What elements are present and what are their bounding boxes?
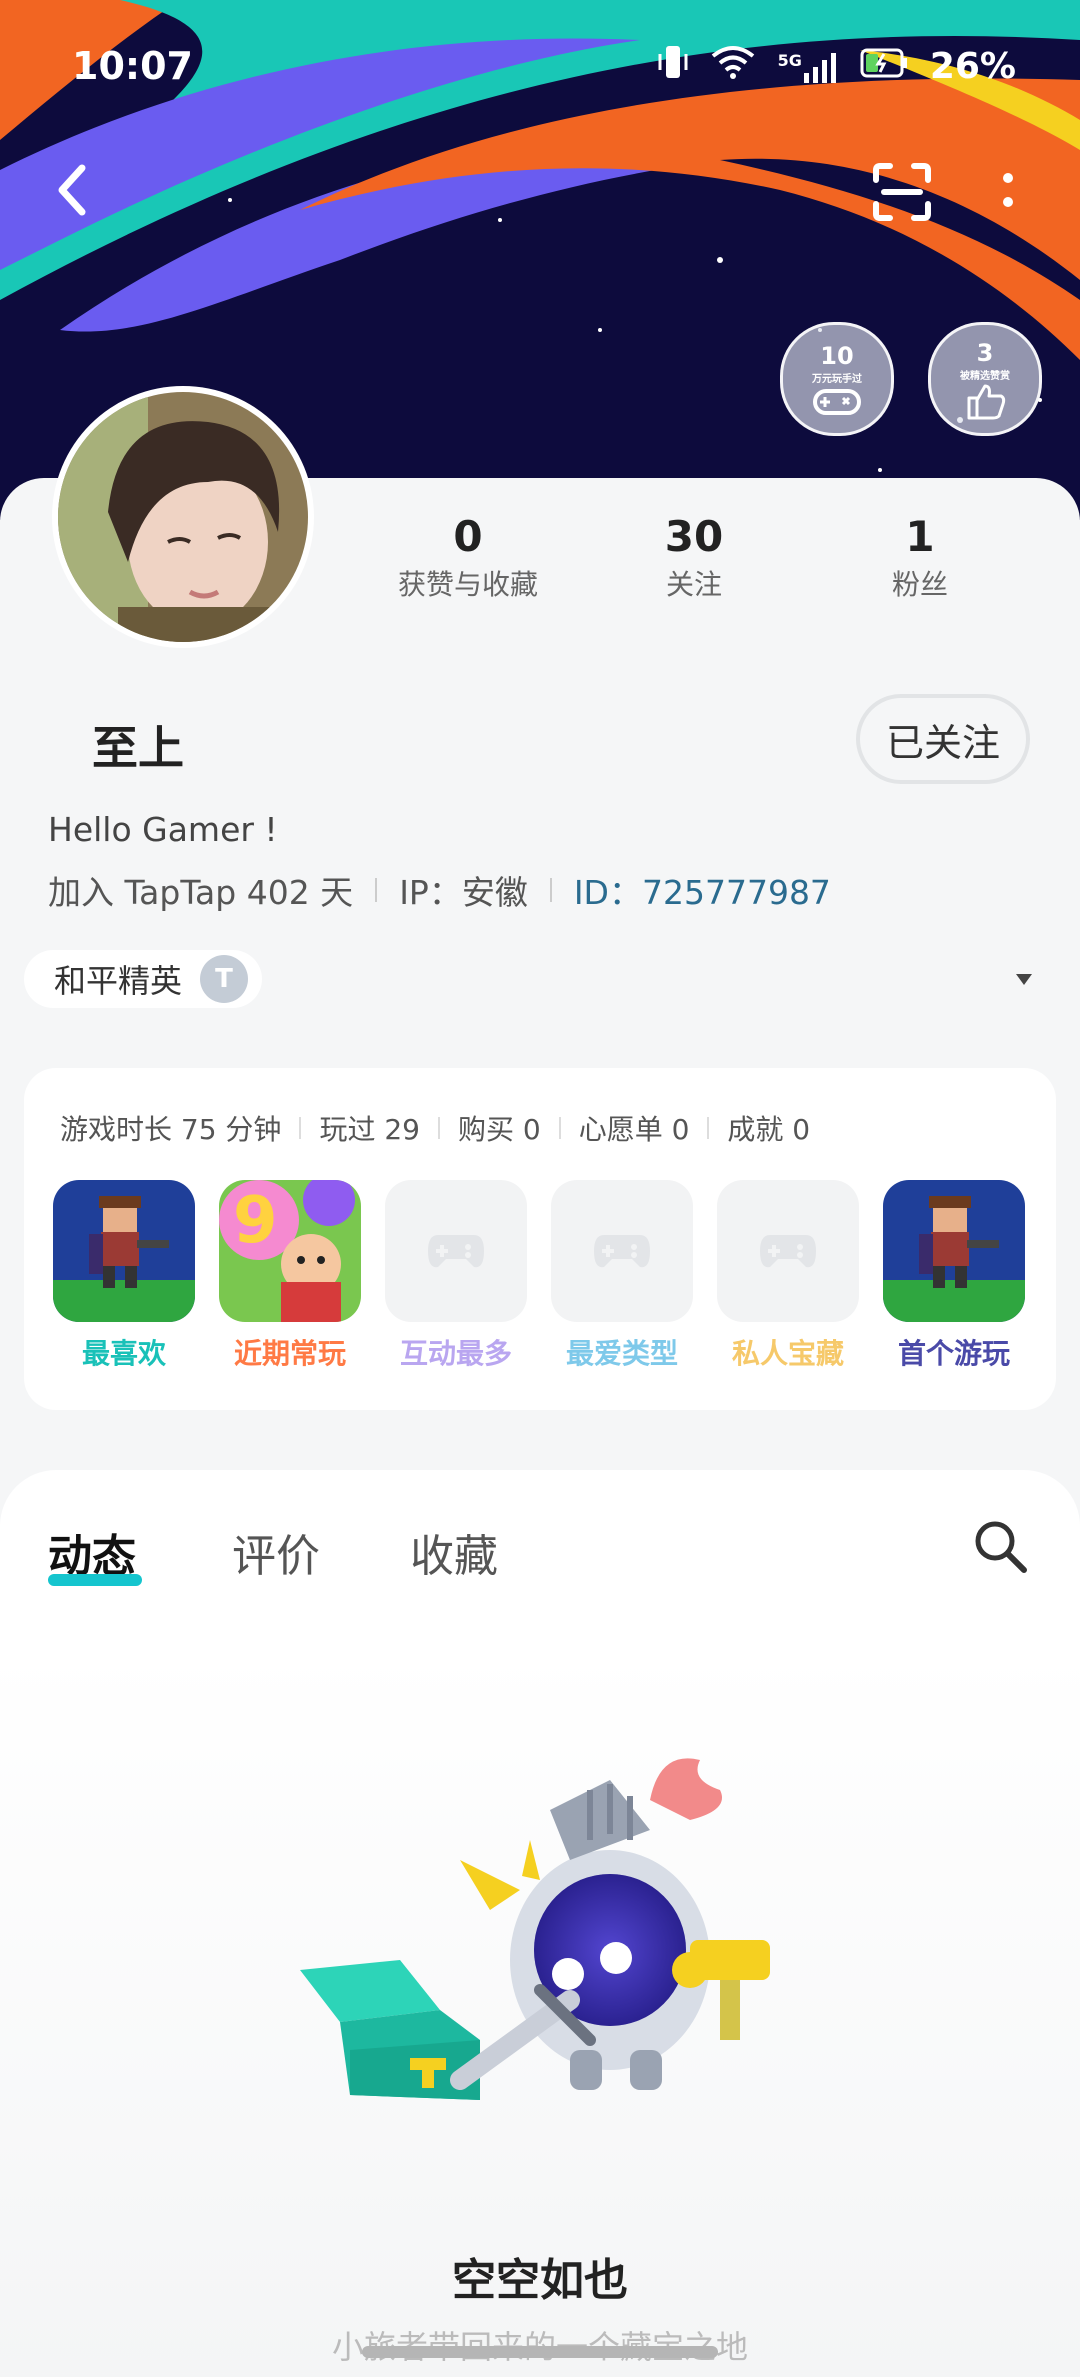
stat-followers[interactable]: 1 粉丝 <box>810 512 1030 603</box>
game-tile-interact[interactable] <box>385 1180 527 1322</box>
divider <box>299 1117 302 1139</box>
purchased-count: 购买 0 <box>457 1113 541 1146</box>
divider <box>558 1117 561 1139</box>
pixel-game-icon <box>53 1180 195 1322</box>
expand-dropdown-icon[interactable] <box>1016 974 1032 985</box>
stat-label: 粉丝 <box>891 568 948 601</box>
cellular-icon: 5G <box>778 51 838 83</box>
svg-text:9: 9 <box>233 1184 278 1258</box>
game-tile-favorite[interactable] <box>53 1180 195 1322</box>
gamepad-placeholder-icon <box>594 1235 650 1268</box>
tile-label: 首个游玩 <box>897 1337 1010 1370</box>
back-button[interactable] <box>52 160 92 224</box>
bio-text: Hello Gamer ! <box>48 810 278 849</box>
badge-number: 3 <box>976 338 994 367</box>
stat-following[interactable]: 30 关注 <box>584 512 804 603</box>
battery-percent: 26% <box>929 46 1016 87</box>
tile-label: 最爱类型 <box>565 1337 678 1370</box>
tile-label: 互动最多 <box>399 1337 512 1370</box>
played-count: 玩过 29 <box>319 1113 420 1146</box>
achievement-count: 成就 0 <box>727 1113 811 1146</box>
search-icon <box>975 1521 1027 1573</box>
chevron-left-icon <box>58 164 86 216</box>
ip-location: IP：安徽 <box>399 873 528 912</box>
more-vertical-icon <box>1003 173 1013 207</box>
game-tile-first[interactable] <box>883 1180 1025 1322</box>
stat-number: 1 <box>905 512 935 561</box>
tile-label: 私人宝藏 <box>731 1337 844 1370</box>
game-tile-genre[interactable] <box>551 1180 693 1322</box>
tile-label: 最喜欢 <box>81 1337 166 1370</box>
profile-meta: 加入 TapTap 402 天 IP：安徽 ID：725777987 <box>48 866 831 914</box>
tab-indicator <box>48 1574 142 1586</box>
thumbs-up-icon <box>967 384 1006 419</box>
joined-days: 加入 TapTap 402 天 <box>48 873 354 912</box>
avatar[interactable] <box>52 386 314 648</box>
divider <box>707 1117 710 1139</box>
battery-icon <box>860 46 908 87</box>
status-time: 10:07 <box>72 44 193 88</box>
search-button[interactable] <box>972 1518 1028 1578</box>
game-stats-row: 游戏时长 75 分钟 玩过 29 购买 0 心愿单 0 成就 0 <box>60 1108 810 1148</box>
username: 至上 <box>92 721 184 775</box>
network-type: 5G <box>777 50 802 70</box>
empty-state-title: 空空如也 <box>452 2255 628 2306</box>
vibrate-icon <box>658 44 688 89</box>
scan-button[interactable] <box>872 162 932 226</box>
play-time: 游戏时长 75 分钟 <box>60 1113 282 1146</box>
tab-favorites[interactable]: 收藏 <box>410 1520 498 1584</box>
badge-featured[interactable]: 3 被精选赞赏 <box>928 322 1042 436</box>
game-tag-label: 和平精英 <box>54 962 183 1000</box>
badge-caption: 被精选赞赏 <box>960 370 1010 382</box>
divider <box>437 1117 440 1139</box>
empty-state-subtitle: 小旅者带回来的一个藏宝之地 <box>0 2322 1080 2368</box>
home-indicator[interactable] <box>362 2346 718 2358</box>
badge-caption: 万元玩手过 <box>812 373 862 385</box>
stat-label: 获赞与收藏 <box>397 568 538 601</box>
stat-number: 30 <box>664 512 724 561</box>
wifi-icon <box>710 44 756 89</box>
tab-reviews[interactable]: 评价 <box>232 1520 320 1584</box>
pixel-game-icon <box>883 1180 1025 1322</box>
divider <box>549 878 552 902</box>
game-tile-treasure[interactable] <box>717 1180 859 1322</box>
game-cover-icon: 9 <box>219 1180 361 1322</box>
gamepad-placeholder-icon <box>760 1235 816 1268</box>
tile-label: 近期常玩 <box>233 1337 346 1370</box>
avatar-image <box>58 392 308 642</box>
gamepad-placeholder-icon <box>428 1235 484 1268</box>
status-icons: 5G 26% <box>658 44 1016 89</box>
status-bar: 10:07 5G 26% <box>0 0 1080 120</box>
wishlist-count: 心愿单 0 <box>578 1113 690 1146</box>
featured-game-tag[interactable]: 和平精英 T <box>24 950 263 1008</box>
stat-number: 0 <box>453 512 483 561</box>
more-button[interactable] <box>998 170 1018 218</box>
following-button[interactable]: 已关注 <box>856 694 1030 784</box>
empty-state-illustration <box>290 1750 810 2134</box>
game-badge-icon: T <box>200 955 249 1003</box>
stat-likes[interactable]: 0 获赞与收藏 <box>358 512 578 603</box>
game-record-card[interactable]: 游戏时长 75 分钟 玩过 29 购买 0 心愿单 0 成就 0 9 最喜欢 近… <box>24 1068 1056 1410</box>
divider <box>375 878 378 902</box>
scan-icon <box>873 163 931 221</box>
user-id[interactable]: ID：725777987 <box>574 866 831 914</box>
badge-gamer[interactable]: 10 万元玩手过 <box>780 322 894 436</box>
badge-number: 10 <box>820 341 854 370</box>
gamepad-icon <box>813 388 861 415</box>
stat-label: 关注 <box>665 568 722 601</box>
game-tile-recent[interactable]: 9 <box>219 1180 361 1322</box>
